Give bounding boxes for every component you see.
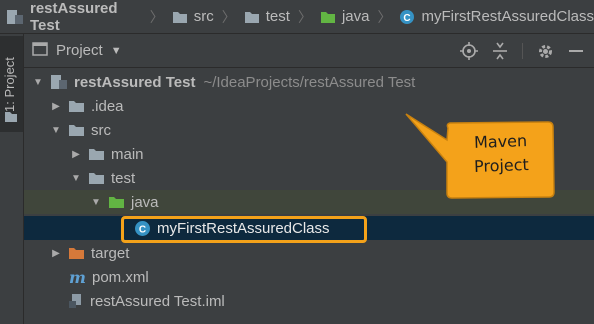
callout-text: Maven Project: [473, 131, 530, 176]
